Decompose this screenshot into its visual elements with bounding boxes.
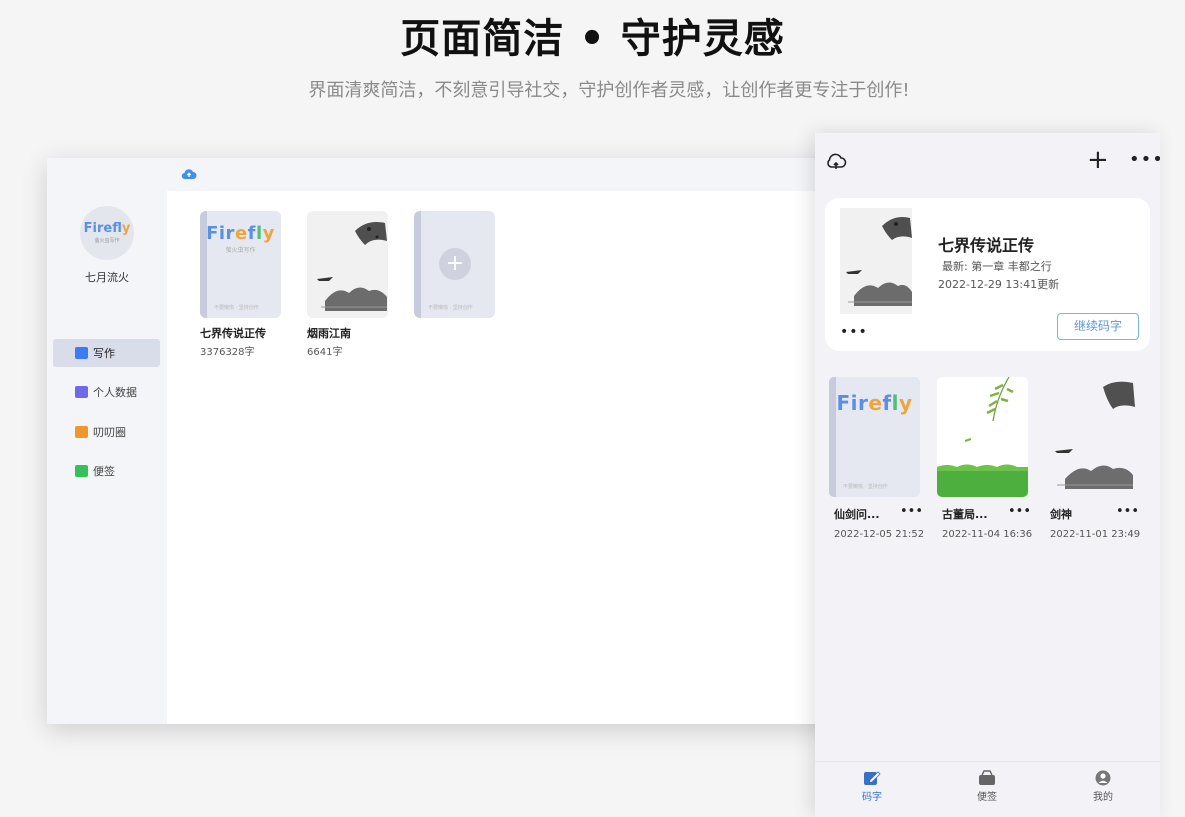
- book-more-button[interactable]: •••: [1116, 504, 1139, 519]
- willow-image: [937, 377, 1028, 497]
- ink-landscape-image: [846, 217, 912, 306]
- book-update-time: 2022-11-01 23:49: [1050, 529, 1141, 540]
- book-cover[interactable]: [840, 208, 912, 314]
- sidebar-item-notes[interactable]: 便签: [53, 457, 160, 485]
- book-word-count: 6641字: [307, 347, 343, 358]
- edit-icon: [75, 347, 88, 359]
- add-button[interactable]: +: [1087, 147, 1109, 173]
- book-title[interactable]: 烟雨江南: [307, 325, 351, 341]
- cloud-sync-icon[interactable]: [825, 153, 847, 171]
- desktop-topbar: [167, 158, 847, 191]
- desktop-sidebar: Firefly 萤火虫写作 七月流火 写作 个人数据 叨叨圈 便签: [47, 158, 167, 724]
- sidebar-item-label: 个人数据: [93, 386, 137, 399]
- cloud-sync-icon[interactable]: [181, 168, 197, 180]
- hero-title: 页面简洁 • 守护灵感: [400, 16, 785, 62]
- book-cover[interactable]: [307, 211, 388, 318]
- sidebar-item-label: 写作: [93, 347, 115, 360]
- avatar-logo: Firefly: [83, 221, 131, 236]
- book-word-count: 3376328字: [200, 347, 255, 358]
- sidebar-item-personal-data[interactable]: 个人数据: [53, 378, 160, 406]
- avatar-logo-subtitle: 萤火虫写作: [94, 238, 120, 244]
- ink-landscape-image: [1055, 381, 1135, 489]
- tab-label: 我的: [1093, 792, 1113, 803]
- cover-footer: 不要懒惰 · 坚持创作: [843, 484, 888, 490]
- sidebar-item-label: 叨叨圈: [93, 426, 126, 439]
- book-title[interactable]: 七界传说正传: [200, 325, 266, 341]
- bag-icon: [75, 465, 88, 477]
- tab-notes[interactable]: 便签: [957, 770, 1017, 803]
- book-cover[interactable]: [1045, 377, 1136, 497]
- avatar[interactable]: Firefly 萤火虫写作: [80, 206, 134, 260]
- tab-label: 便签: [977, 792, 997, 803]
- sidebar-item-label: 便签: [93, 465, 115, 478]
- card-more-button[interactable]: •••: [840, 324, 868, 340]
- ink-landscape-image: [317, 222, 387, 311]
- book-title[interactable]: 古董局...: [942, 506, 988, 522]
- update-time: 2022-12-29 13:41更新: [938, 278, 1060, 291]
- cover-footer: 不要懒惰 · 坚持创作: [428, 305, 473, 311]
- username: 七月流火: [85, 271, 129, 284]
- chat-icon: [75, 426, 88, 438]
- add-book-button[interactable]: + 不要懒惰 · 坚持创作: [414, 211, 495, 318]
- cover-footer: 不要懒惰 · 坚持创作: [214, 305, 259, 311]
- continue-writing-button[interactable]: 继续码字: [1057, 313, 1139, 340]
- book-title[interactable]: 仙剑问...: [834, 506, 880, 522]
- book-cover[interactable]: Firefly 不要懒惰 · 坚持创作: [829, 377, 920, 497]
- latest-chapter: 最新: 第一章 丰都之行: [942, 260, 1052, 273]
- book-more-button[interactable]: •••: [900, 504, 923, 519]
- book-cover[interactable]: Firefly 萤火虫写作 不要懒惰 · 坚持创作: [200, 211, 281, 318]
- sidebar-item-daodao-circle[interactable]: 叨叨圈: [53, 418, 160, 446]
- book-more-button[interactable]: •••: [1008, 504, 1031, 519]
- current-book-card[interactable]: 七界传说正传 最新: 第一章 丰都之行 2022-12-29 13:41更新 •…: [825, 198, 1150, 351]
- cover-subtitle: 萤火虫写作: [225, 247, 256, 254]
- firefly-logo: Firefly: [206, 223, 275, 244]
- hero-subtitle: 界面清爽简洁，不刻意引导社交，守护创作者灵感，让创作者更专注于创作!: [308, 80, 910, 101]
- plus-icon: +: [439, 248, 471, 280]
- book-cover[interactable]: [937, 377, 1028, 497]
- book-update-time: 2022-12-05 21:52: [834, 529, 925, 540]
- book-title[interactable]: 剑神: [1050, 506, 1072, 522]
- book-update-time: 2022-11-04 16:36: [942, 529, 1033, 540]
- desktop-window: Firefly 萤火虫写作 七月流火 写作 个人数据 叨叨圈 便签 Firefl…: [47, 158, 847, 724]
- tab-writing[interactable]: 码字: [842, 770, 902, 803]
- bottom-tab-bar: 码字 便签 我的: [815, 761, 1160, 817]
- mobile-screen: + ••• 七界传说正传 最新: 第一章 丰都之行 2022-12-29 13:…: [815, 133, 1160, 817]
- user-icon: [1095, 770, 1111, 786]
- edit-icon: [864, 771, 881, 785]
- sidebar-item-write[interactable]: 写作: [53, 339, 160, 367]
- tab-label: 码字: [862, 792, 882, 803]
- firefly-logo: Firefly: [836, 391, 913, 415]
- tab-me[interactable]: 我的: [1073, 770, 1133, 803]
- book-title: 七界传说正传: [938, 236, 1035, 255]
- more-menu-button[interactable]: •••: [1129, 149, 1160, 170]
- chart-icon: [75, 386, 88, 398]
- bag-icon: [979, 770, 995, 785]
